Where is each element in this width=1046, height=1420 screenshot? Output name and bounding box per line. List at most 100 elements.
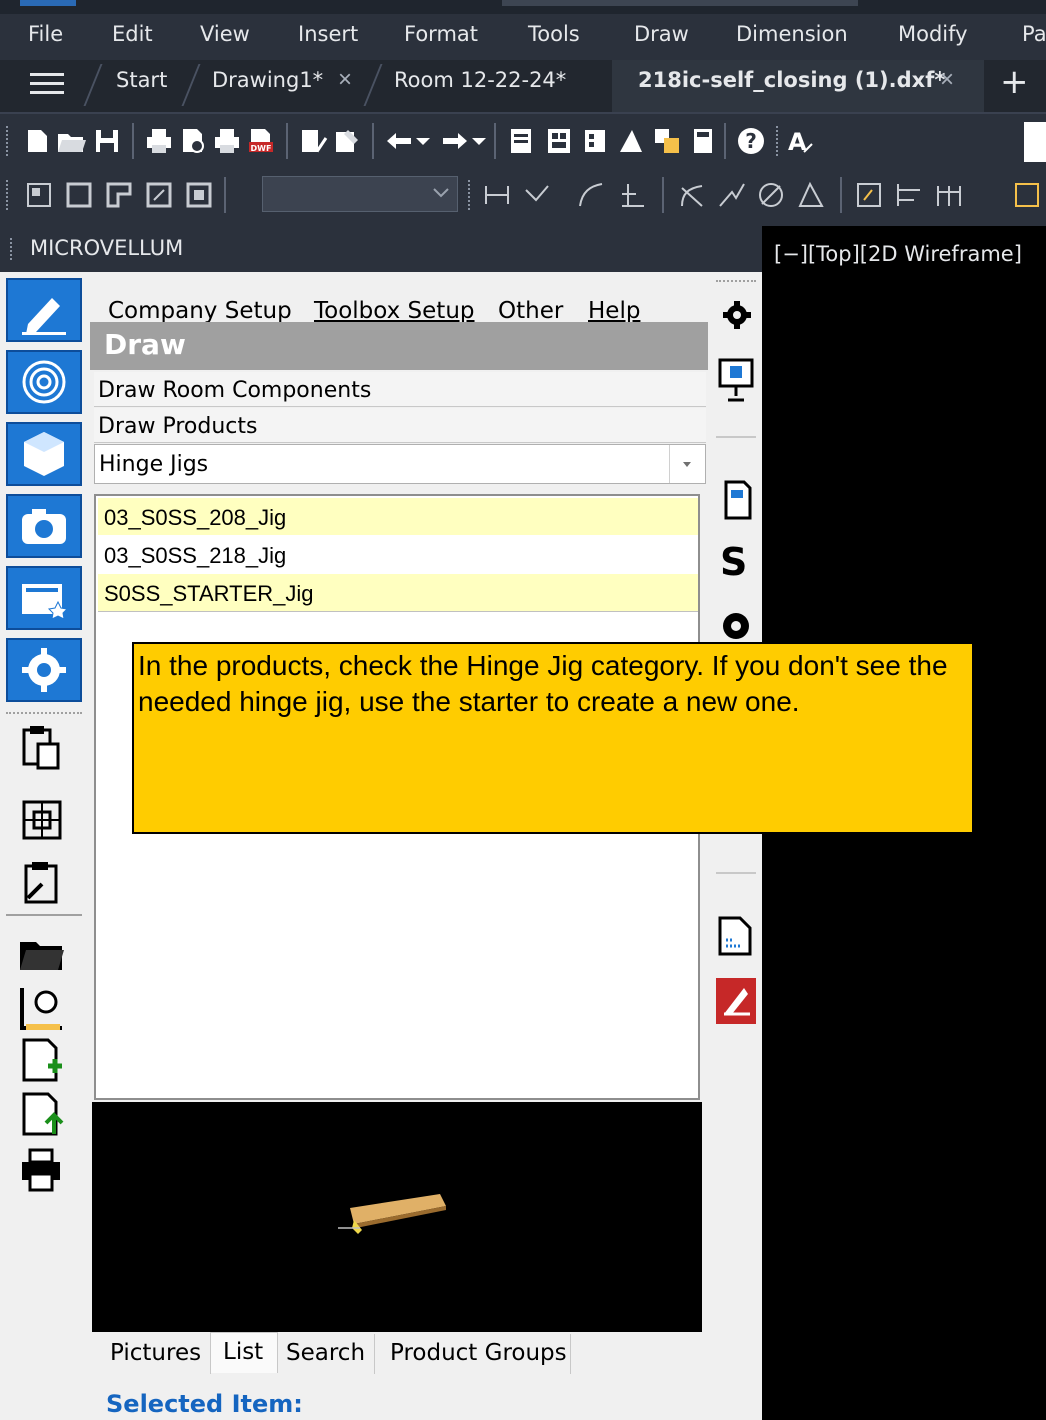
angular-dimension-icon[interactable] <box>796 180 826 210</box>
layout-document-icon[interactable] <box>716 914 756 958</box>
menu-edit[interactable]: Edit <box>112 22 153 46</box>
continue-dimension-icon[interactable] <box>934 180 964 210</box>
radius-dimension-icon[interactable] <box>676 180 706 210</box>
plot-icon[interactable] <box>212 126 242 156</box>
fingerprint-icon[interactable] <box>6 350 82 414</box>
chevron-down-icon[interactable] <box>470 132 488 150</box>
viewport-label[interactable]: [−][Top][2D Wireframe] <box>774 242 1022 266</box>
panel-grip[interactable] <box>10 238 16 260</box>
menu-toolbox-setup[interactable]: Toolbox Setup <box>314 298 475 324</box>
text-style-icon[interactable]: A <box>786 126 816 156</box>
chevron-down-icon[interactable] <box>432 186 450 200</box>
tab-list[interactable]: List <box>210 1332 278 1373</box>
chevron-down-icon[interactable] <box>414 132 432 150</box>
design-center-icon[interactable] <box>544 126 574 156</box>
toolbar-grip[interactable] <box>776 126 782 156</box>
sheet-set-icon[interactable] <box>616 126 646 156</box>
autocad-icon[interactable] <box>716 978 756 1024</box>
properties-icon[interactable] <box>506 126 536 156</box>
polygonal-viewport-icon[interactable] <box>104 180 134 210</box>
presentation-icon[interactable] <box>716 356 756 404</box>
dwf-export-icon[interactable]: DWF <box>246 126 276 156</box>
settings-gear-icon[interactable] <box>716 604 756 644</box>
tab-active-document[interactable]: 218ic-self_closing (1).dxf* <box>638 68 945 92</box>
markup-icon[interactable] <box>652 126 682 156</box>
menu-modify[interactable]: Modify <box>898 22 968 46</box>
printer-icon[interactable] <box>16 1146 68 1198</box>
tool-palettes-icon[interactable] <box>580 126 610 156</box>
open-folder-icon[interactable] <box>16 928 68 980</box>
s-icon[interactable]: S <box>720 540 747 584</box>
close-icon[interactable]: × <box>940 66 954 94</box>
close-icon[interactable]: × <box>338 66 352 94</box>
print-preview-icon[interactable] <box>178 126 208 156</box>
menu-view[interactable]: View <box>200 22 250 46</box>
layer-icon[interactable] <box>24 180 54 210</box>
menu-other[interactable]: Other <box>498 298 563 324</box>
category-draw-products[interactable]: Draw Products <box>94 408 706 443</box>
menu-draw[interactable]: Draw <box>634 22 689 46</box>
save-icon[interactable] <box>92 126 122 156</box>
redo-icon[interactable] <box>440 126 470 156</box>
menu-dimension[interactable]: Dimension <box>736 22 848 46</box>
calculator-icon[interactable] <box>688 126 718 156</box>
print-icon[interactable] <box>144 126 174 156</box>
chevron-down-icon[interactable] <box>679 457 695 471</box>
menu-tools[interactable]: Tools <box>528 22 580 46</box>
upload-document-icon[interactable] <box>16 1090 68 1142</box>
aligned-dimension-icon[interactable] <box>522 180 552 210</box>
undo-icon[interactable] <box>384 126 414 156</box>
clip-viewport-icon[interactable] <box>184 180 214 210</box>
list-item[interactable]: 03_S0SS_208_Jig <box>98 498 698 535</box>
new-file-icon[interactable] <box>22 126 52 156</box>
list-item[interactable]: 03_S0SS_218_Jig <box>98 536 698 573</box>
add-tab-icon[interactable]: + <box>1000 62 1029 102</box>
menu-insert[interactable]: Insert <box>298 22 358 46</box>
convert-viewport-icon[interactable] <box>144 180 174 210</box>
scale-dropdown[interactable] <box>262 176 458 212</box>
clipboard-paste-icon[interactable] <box>16 722 68 774</box>
menu-parametric[interactable]: Pa <box>1022 22 1046 46</box>
match-properties-icon[interactable] <box>332 126 362 156</box>
linear-dimension-icon[interactable] <box>482 180 512 210</box>
settings-gear-icon[interactable] <box>720 298 754 332</box>
camera-icon[interactable] <box>6 494 82 558</box>
report-icon[interactable] <box>720 478 754 522</box>
toolbar-grip[interactable] <box>6 180 12 210</box>
draw-pencil-icon[interactable] <box>6 278 82 342</box>
title-search-bar[interactable] <box>502 0 858 6</box>
open-folder-icon[interactable] <box>56 126 86 156</box>
insert-block-icon[interactable] <box>16 794 68 846</box>
toolbar-grip[interactable] <box>468 180 474 210</box>
tab-pictures[interactable]: Pictures <box>98 1334 211 1374</box>
baseline-dimension-icon[interactable] <box>894 180 924 210</box>
arc-length-icon[interactable] <box>576 180 606 210</box>
settings-gear-icon[interactable] <box>6 638 82 702</box>
help-icon[interactable]: ? <box>736 126 766 156</box>
tab-search[interactable]: Search <box>278 1334 375 1374</box>
category-draw-room-components[interactable]: Draw Room Components <box>94 372 706 407</box>
tab-drawing1[interactable]: Drawing1* <box>212 68 323 92</box>
folder-star-icon[interactable] <box>6 566 82 630</box>
menu-company-setup[interactable]: Company Setup <box>108 298 292 324</box>
viewport-icon[interactable] <box>64 180 94 210</box>
measure-settings-icon[interactable] <box>16 984 68 1036</box>
toolbar-grip[interactable] <box>6 126 12 156</box>
list-item[interactable]: S0SS_STARTER_Jig <box>98 574 698 612</box>
tab-room[interactable]: Room 12-22-24* <box>394 68 566 92</box>
publish-icon[interactable] <box>298 126 328 156</box>
style-dropdown[interactable] <box>1024 122 1046 162</box>
add-document-icon[interactable] <box>16 1036 68 1088</box>
diameter-dimension-icon[interactable] <box>756 180 786 210</box>
jogged-dimension-icon[interactable] <box>716 180 746 210</box>
menu-format[interactable]: Format <box>404 22 478 46</box>
menu-help[interactable]: Help <box>588 298 640 324</box>
quick-dimension-icon[interactable] <box>854 180 884 210</box>
ordinate-dimension-icon[interactable] <box>618 180 648 210</box>
menu-file[interactable]: File <box>28 22 63 46</box>
product-cube-icon[interactable] <box>6 422 82 486</box>
tab-start[interactable]: Start <box>116 68 167 92</box>
clipboard-edit-icon[interactable] <box>16 858 68 910</box>
tab-product-groups[interactable]: Product Groups <box>376 1334 571 1374</box>
category-dropdown[interactable]: Hinge Jigs <box>94 444 706 484</box>
